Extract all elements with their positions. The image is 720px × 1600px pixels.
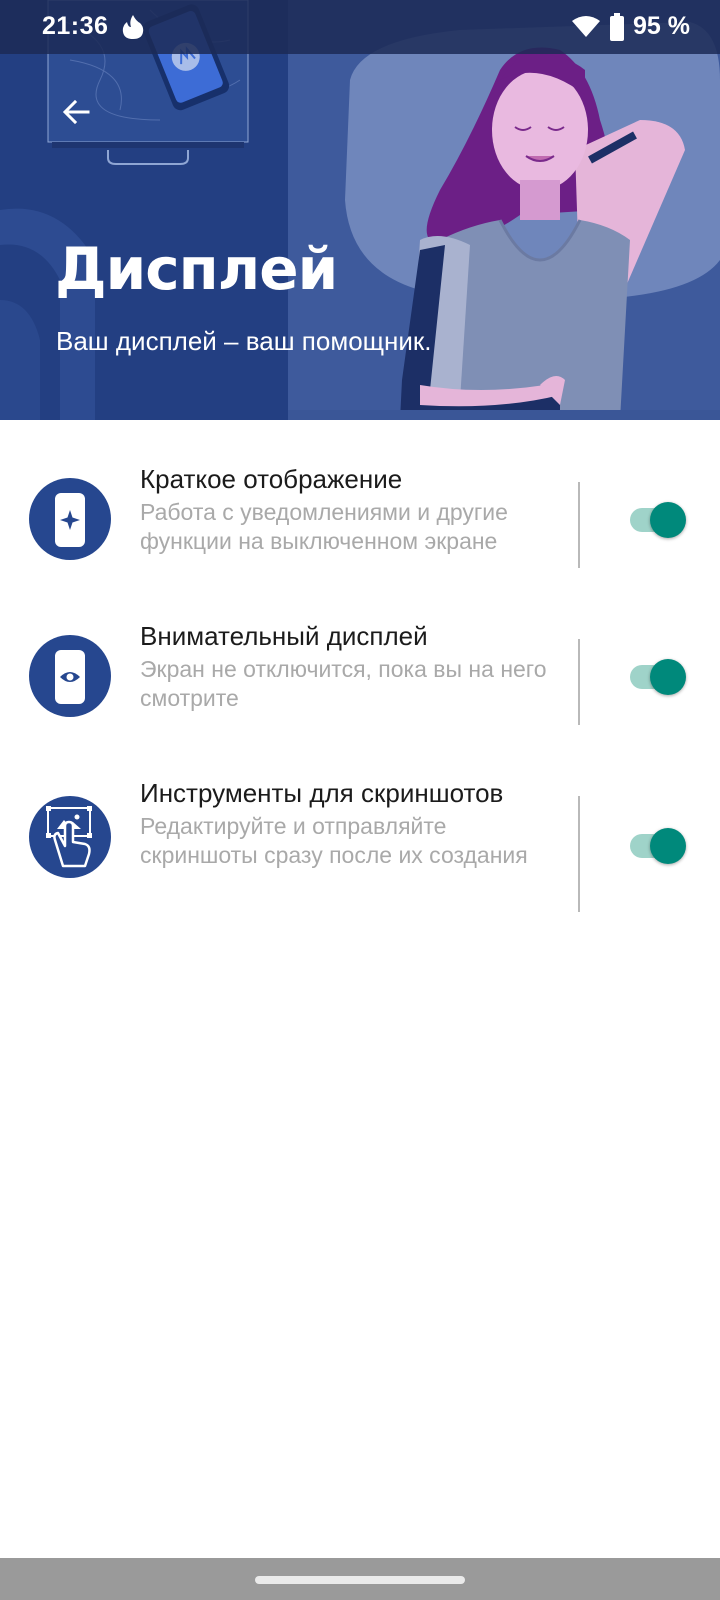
- status-time: 21:36: [42, 12, 109, 40]
- hero-banner: 21:36 95 % Дисплей Ваш дисплей – ваш пом…: [0, 0, 720, 420]
- setting-divider: [578, 639, 580, 725]
- setting-text-peek-display: Краткое отображение Работа с уведомления…: [140, 462, 560, 556]
- setting-icon-screenshot-tools: [29, 796, 111, 878]
- screenshot-tools-toggle[interactable]: [628, 826, 688, 866]
- phone-sparkle-icon: [55, 493, 85, 547]
- setting-title: Краткое отображение: [140, 464, 403, 494]
- page-title: Дисплей: [55, 235, 338, 303]
- toggle-thumb: [650, 828, 686, 864]
- navigation-bar: [0, 1558, 720, 1600]
- setting-title: Инструменты для скриншотов: [140, 778, 504, 808]
- setting-summary: Работа с уведомлениями и другие функции …: [140, 499, 508, 554]
- home-gesture-handle[interactable]: [255, 1576, 465, 1584]
- status-indicators: 95 %: [571, 12, 690, 41]
- screenshot-hand-icon: [46, 806, 92, 868]
- peek-display-toggle[interactable]: [628, 500, 688, 540]
- flame-icon: [122, 15, 144, 39]
- arrow-left-icon: [62, 99, 90, 125]
- setting-divider: [578, 796, 580, 912]
- setting-icon-peek-display: [29, 478, 111, 560]
- setting-text-screenshot-tools: Инструменты для скриншотов Редактируйте …: [140, 776, 560, 870]
- setting-icon-attentive-display: [29, 635, 111, 717]
- toggle-thumb: [650, 502, 686, 538]
- back-button[interactable]: [48, 84, 104, 140]
- status-bar: 21:36 95 %: [0, 0, 720, 54]
- display-settings-screen: 21:36 95 % Дисплей Ваш дисплей – ваш пом…: [0, 0, 720, 1600]
- setting-summary: Экран не отключится, пока вы на него смо…: [140, 656, 547, 711]
- phone-eye-icon: [55, 650, 85, 704]
- setting-row-screenshot-tools[interactable]: Инструменты для скриншотов Редактируйте …: [0, 754, 720, 912]
- wifi-icon: [572, 15, 601, 37]
- setting-summary: Редактируйте и отправляйте скриншоты сра…: [140, 813, 528, 868]
- toggle-thumb: [650, 659, 686, 695]
- page-subtitle: Ваш дисплей – ваш помощник.: [56, 326, 432, 356]
- setting-divider: [578, 482, 580, 568]
- hero-illustration: [0, 0, 720, 420]
- battery-percentage: 95 %: [633, 12, 690, 40]
- setting-title: Внимательный дисплей: [140, 621, 428, 651]
- attentive-display-toggle[interactable]: [628, 657, 688, 697]
- setting-row-attentive-display[interactable]: Внимательный дисплей Экран не отключится…: [0, 597, 720, 727]
- battery-icon: [610, 12, 625, 41]
- setting-row-peek-display[interactable]: Краткое отображение Работа с уведомления…: [0, 440, 720, 570]
- setting-text-attentive-display: Внимательный дисплей Экран не отключится…: [140, 619, 560, 713]
